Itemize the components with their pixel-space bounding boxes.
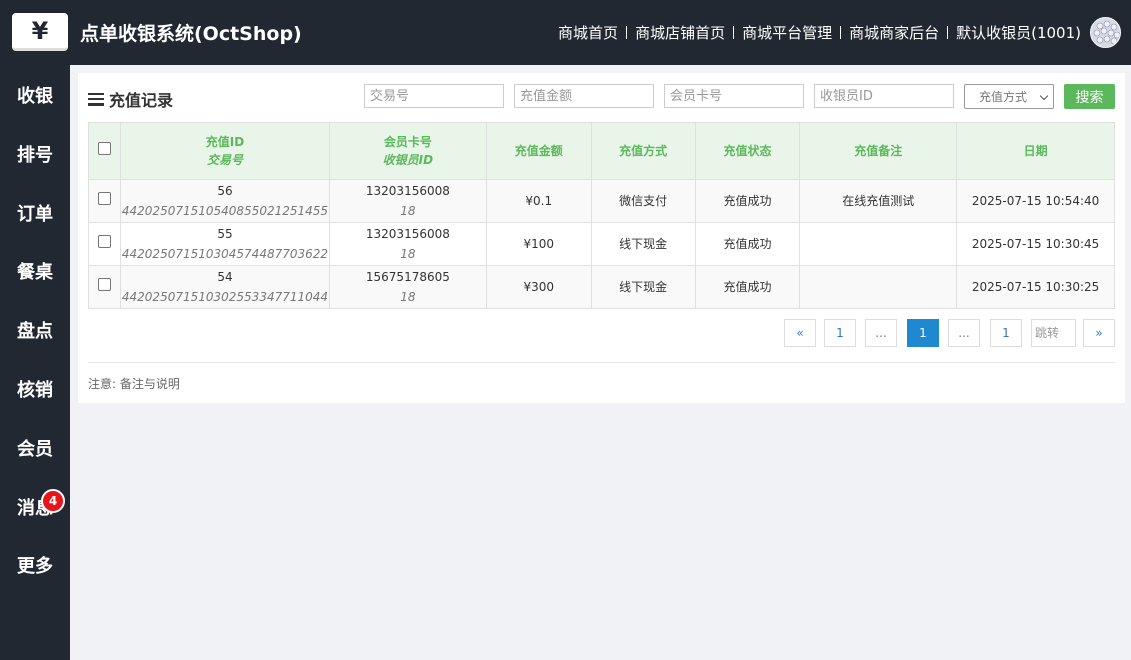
remark-cell: 在线充值测试 <box>799 179 958 223</box>
method-cell: 微信支付 <box>590 179 696 223</box>
amount-cell: ¥0.1 <box>485 179 592 223</box>
sidebar-item-messages[interactable]: 消息 4 <box>0 487 70 527</box>
nav-separator <box>733 26 735 39</box>
header-recharge-id: 充值ID 交易号 <box>119 122 330 180</box>
date-cell: 2025-07-15 10:54:40 <box>956 179 1115 223</box>
row-checkbox[interactable] <box>97 235 111 248</box>
row-checkbox[interactable] <box>97 278 111 291</box>
pager-last-button[interactable]: » <box>1083 319 1115 347</box>
table-row: 55 442025071510304574487703622 1320315600… <box>88 222 1115 266</box>
pager-first-button[interactable]: « <box>784 319 816 347</box>
records-table: 充值ID 交易号 会员卡号 收银员ID 充值金额 充值方式 充值状态 充值备注 日期… <box>88 122 1115 309</box>
header-member-card: 会员卡号 收银员ID <box>328 122 487 180</box>
status-cell: 充值成功 <box>694 222 801 266</box>
sidebar-item-queue[interactable]: 排号 <box>0 134 70 174</box>
status-cell: 充值成功 <box>694 179 801 223</box>
pager-ellipsis[interactable]: ... <box>948 319 980 347</box>
nav-shop-home[interactable]: 商城店铺首页 <box>635 22 725 43</box>
method-cell: 线下现金 <box>590 265 696 309</box>
table-row: 56 4420250715105408550212514​55 132031560… <box>88 179 1115 223</box>
date-cell: 2025-07-15 10:30:25 <box>956 265 1115 309</box>
footer-note: 注意: 备注与说明 <box>88 377 180 391</box>
select-all-checkbox[interactable] <box>97 142 111 155</box>
cashier-id-input[interactable] <box>814 84 954 108</box>
recharge-id-cell: 55 442025071510304574487703622 <box>119 222 330 266</box>
header-remark: 充值备注 <box>799 122 958 180</box>
divider <box>88 362 1115 363</box>
nav-separator <box>840 26 842 39</box>
recharge-id-cell: 56 4420250715105408550212514​55 <box>119 179 330 223</box>
pager-last-page-button[interactable]: 1 <box>990 319 1022 347</box>
sidebar-item-more[interactable]: 更多 <box>0 545 70 585</box>
top-nav: 商城首页 商城店铺首页 商城平台管理 商城商家后台 默认收银员(1001) <box>558 22 1081 43</box>
nav-merchant-admin[interactable]: 商城商家后台 <box>849 22 939 43</box>
method-cell: 线下现金 <box>590 222 696 266</box>
header-amount: 充值金额 <box>485 122 592 180</box>
nav-platform-admin[interactable]: 商城平台管理 <box>742 22 832 43</box>
top-header: ¥ 点单收银系统(OctShop) 商城首页 商城店铺首页 商城平台管理 商城商… <box>0 0 1131 65</box>
chevron-down-icon <box>1039 91 1049 101</box>
remark-cell <box>799 265 958 309</box>
nav-cashier-user[interactable]: 默认收银员(1001) <box>956 22 1081 43</box>
panel-title: 充值记录 <box>88 87 173 111</box>
header-status: 充值状态 <box>694 122 801 180</box>
header-method: 充值方式 <box>590 122 696 180</box>
select-all-cell <box>88 122 121 180</box>
remark-cell <box>799 222 958 266</box>
sidebar-item-orders[interactable]: 订单 <box>0 193 70 233</box>
sidebar-item-inventory[interactable]: 盘点 <box>0 310 70 350</box>
nav-separator <box>947 26 949 39</box>
yen-logo-icon: ¥ <box>31 16 49 45</box>
sidebar-item-cashier[interactable]: 收银 <box>0 75 70 115</box>
message-count-badge: 4 <box>41 489 65 513</box>
member-card-cell: 13203156008 18 <box>328 179 487 223</box>
table-row: 54 442025071510302553347711044 1567517860… <box>88 265 1115 309</box>
pager-ellipsis[interactable]: ... <box>865 319 897 347</box>
avatar[interactable] <box>1090 17 1121 48</box>
header-date: 日期 <box>956 122 1115 180</box>
member-card-cell: 15675178605 18 <box>328 265 487 309</box>
member-card-cell: 13203156008 18 <box>328 222 487 266</box>
status-cell: 充值成功 <box>694 265 801 309</box>
pager-current-page[interactable]: 1 <box>907 319 939 347</box>
pager-jump-input[interactable] <box>1031 319 1076 347</box>
sidebar-item-tables[interactable]: 餐桌 <box>0 251 70 291</box>
app-title: 点单收银系统(OctShop) <box>80 23 302 45</box>
list-icon <box>88 92 104 106</box>
sidebar-item-members[interactable]: 会员 <box>0 428 70 468</box>
avatar-pattern-icon <box>1091 18 1120 47</box>
amount-input[interactable] <box>514 84 654 108</box>
table-header-row: 充值ID 交易号 会员卡号 收银员ID 充值金额 充值方式 充值状态 充值备注 日期 <box>88 122 1115 180</box>
sidebar: 收银 排号 订单 餐桌 盘点 核销 会员 消息 4 更多 <box>0 65 70 660</box>
search-button[interactable]: 搜索 <box>1064 84 1115 109</box>
amount-cell: ¥300 <box>485 265 592 309</box>
pager-page-button[interactable]: 1 <box>824 319 856 347</box>
trade-no-input[interactable] <box>364 84 504 108</box>
nav-mall-home[interactable]: 商城首页 <box>558 22 618 43</box>
member-card-input[interactable] <box>664 84 804 108</box>
date-cell: 2025-07-15 10:30:45 <box>956 222 1115 266</box>
recharge-method-select[interactable]: 充值方式 <box>964 84 1054 109</box>
logo[interactable]: ¥ <box>12 13 68 51</box>
recharge-records-panel: 充值记录 充值方式 搜索 充值ID交易号 会员卡号收银员ID 充值金额 充值方式… <box>78 73 1125 403</box>
sidebar-item-verify[interactable]: 核销 <box>0 369 70 409</box>
nav-separator <box>626 26 628 39</box>
recharge-id-cell: 54 442025071510302553347711044 <box>119 265 330 309</box>
row-checkbox[interactable] <box>97 192 111 205</box>
amount-cell: ¥100 <box>485 222 592 266</box>
